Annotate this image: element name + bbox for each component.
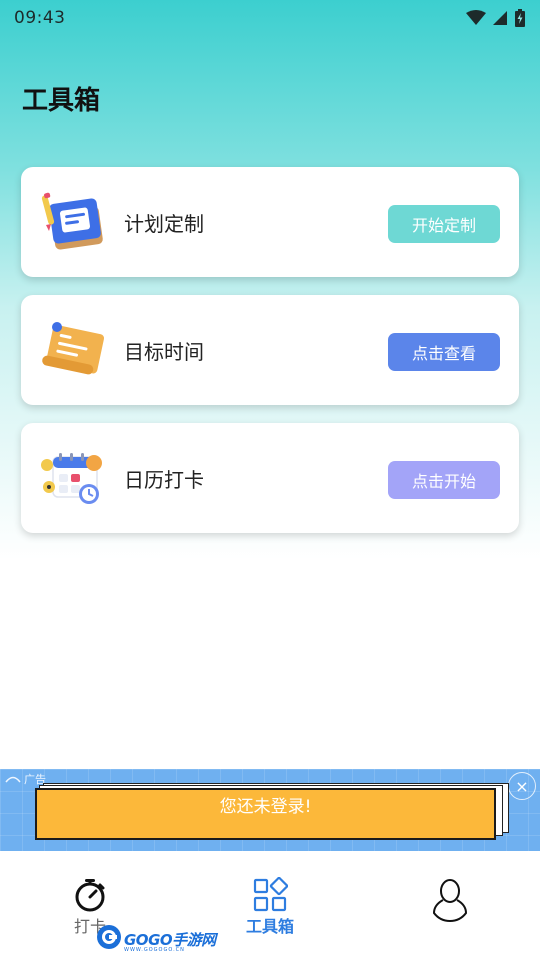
- stopwatch-icon: [72, 877, 108, 913]
- watermark-subtext: WWW.GOGOGO.CN: [124, 947, 185, 953]
- nav-label-toolbox: 工具箱: [245, 917, 294, 936]
- status-time: 09:43: [14, 8, 66, 28]
- signal-icon: [492, 10, 508, 26]
- person-icon: [430, 877, 470, 923]
- card-title-calendar: 日历打卡: [124, 467, 204, 492]
- start-custom-button[interactable]: 开始定制: [388, 205, 500, 243]
- card-title-target: 目标时间: [124, 339, 204, 364]
- view-button[interactable]: 点击查看: [388, 333, 500, 371]
- bottom-nav: 打卡 工具箱: [0, 851, 540, 960]
- card-target-time[interactable]: 目标时间 点击查看: [21, 295, 519, 405]
- nav-item-profile[interactable]: [360, 851, 540, 960]
- ad-signal-icon: [5, 773, 21, 786]
- status-icons: [466, 8, 526, 28]
- grid-apps-icon: [252, 876, 289, 913]
- status-bar: 09:43: [0, 0, 540, 36]
- gogo-logo-icon: [96, 924, 122, 954]
- card-calendar-checkin[interactable]: 日历打卡 点击开始: [21, 423, 519, 533]
- scroll-note-icon: [39, 315, 109, 385]
- calendar-clock-icon: [39, 443, 109, 513]
- ad-banner[interactable]: 广告 × 您还未登录!: [0, 769, 540, 851]
- ad-close-icon[interactable]: ×: [508, 772, 536, 800]
- card-plan-custom[interactable]: 计划定制 开始定制: [21, 167, 519, 277]
- battery-icon: [514, 8, 526, 28]
- notebook-pencil-icon: [39, 187, 109, 257]
- watermark-logo: GOGO手游网 WWW.GOGOGO.CN: [96, 925, 216, 953]
- page-title: 工具箱: [22, 86, 101, 116]
- ad-message-box[interactable]: 您还未登录!: [35, 788, 496, 840]
- card-title-plan: 计划定制: [124, 211, 204, 236]
- ad-message-text: 您还未登录!: [219, 797, 312, 817]
- start-button[interactable]: 点击开始: [388, 461, 500, 499]
- wifi-icon: [466, 10, 486, 26]
